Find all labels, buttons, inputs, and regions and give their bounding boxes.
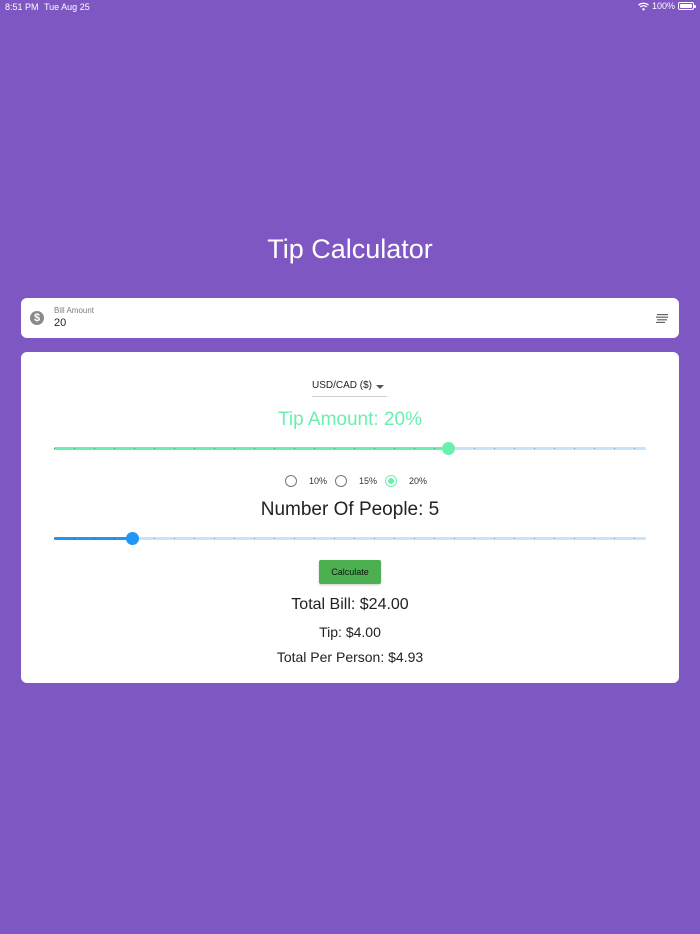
tip-percent-options: 10% 15% 20%	[21, 475, 679, 489]
tip-amount-heading: Tip Amount: 20%	[278, 409, 422, 430]
radio-button[interactable]	[335, 475, 347, 487]
list-lines-icon	[656, 314, 668, 323]
tip-slider[interactable]	[54, 440, 646, 458]
tip-option-label: 20%	[409, 476, 428, 486]
tip-total-text: Tip: $4.00	[319, 624, 381, 640]
caret-down-icon	[376, 385, 384, 389]
dollar-circle-icon: $	[30, 311, 44, 325]
per-person-text: Total Per Person: $4.93	[276, 649, 424, 665]
status-time: 8:51 PM	[5, 2, 39, 12]
tip-slider-ticks	[54, 448, 646, 449]
bill-amount-field[interactable]: $ Bill Amount	[21, 298, 679, 338]
tip-option-label: 15%	[359, 476, 378, 486]
tip-option-20[interactable]: 20%	[385, 475, 427, 487]
bill-amount-label: Bill Amount	[54, 306, 95, 315]
tip-option-10[interactable]: 10%	[285, 475, 327, 487]
radio-button[interactable]	[385, 475, 397, 487]
status-bar: 8:51 PM Tue Aug 25 100%	[0, 0, 700, 14]
total-bill-text: Total Bill: $24.00	[291, 596, 409, 613]
number-of-people-heading: Number Of People: 5	[260, 499, 440, 520]
people-slider-ticks	[54, 538, 646, 539]
battery-icon	[678, 2, 696, 10]
bill-amount-input[interactable]	[54, 317, 614, 329]
status-right: 100%	[638, 1, 696, 11]
currency-dropdown[interactable]: USD/CAD ($)	[312, 378, 387, 397]
people-slider[interactable]	[54, 530, 646, 548]
tip-option-label: 10%	[309, 476, 328, 486]
tip-slider-thumb[interactable]	[441, 442, 455, 455]
radio-button[interactable]	[285, 475, 297, 487]
battery-percent: 100%	[651, 1, 675, 11]
wifi-icon	[638, 2, 649, 10]
currency-selected: USD/CAD ($)	[312, 380, 373, 391]
calculator-card: USD/CAD ($) Tip Amount: 20% 10% 15% 20% …	[21, 352, 679, 683]
page-title: Tip Calculator	[267, 234, 433, 264]
people-slider-thumb[interactable]	[125, 532, 139, 545]
status-date: Tue Aug 25	[44, 2, 90, 12]
tip-option-15[interactable]: 15%	[335, 475, 377, 487]
calculate-button[interactable]: Calculate	[319, 560, 381, 584]
